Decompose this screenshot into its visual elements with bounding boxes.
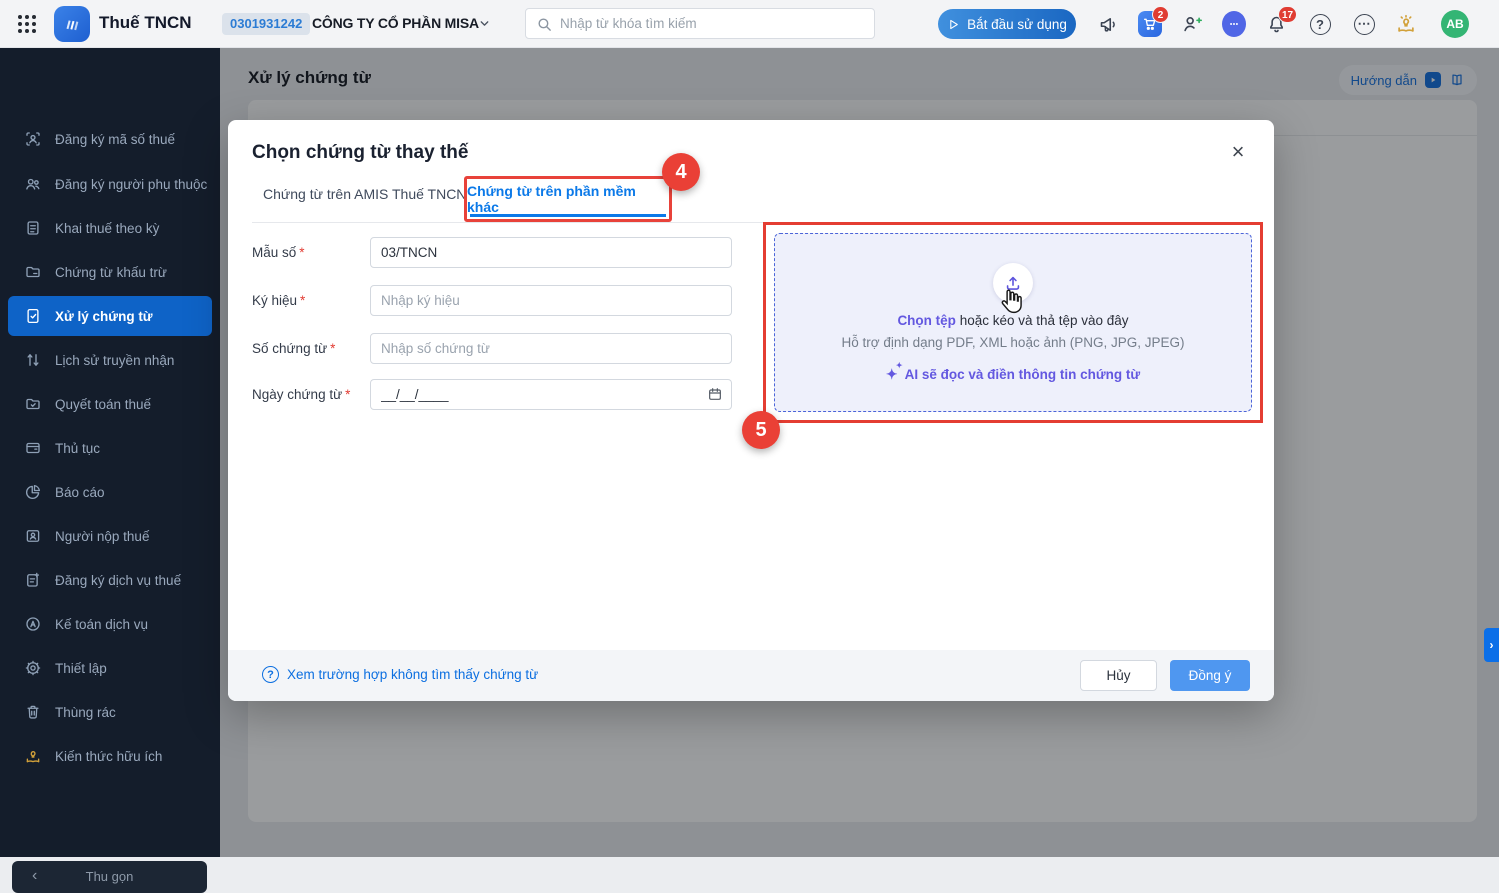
- tax-settlement-icon: [24, 395, 42, 413]
- sidebar-item-khai-thue-theo-ky[interactable]: Khai thuế theo kỳ: [8, 208, 212, 248]
- accounting-service-icon: [24, 615, 42, 633]
- chevron-down-icon[interactable]: [478, 17, 491, 35]
- confirm-button[interactable]: Đồng ý: [1170, 660, 1250, 691]
- invite-user-icon[interactable]: [1180, 12, 1204, 36]
- required-marker: *: [300, 293, 305, 308]
- required-marker: *: [299, 245, 304, 260]
- annotation-box-step5: Chọn tệp hoặc kéo và thả tệp vào đây Hỗ …: [763, 222, 1263, 423]
- useful-knowledge-icon: [24, 747, 42, 765]
- ai-sparkle-icon: ✦✦: [886, 366, 898, 383]
- sidebar-item-thu-tuc[interactable]: Thủ tục: [8, 428, 212, 468]
- sidebar-item-dang-ky-nguoi-phu-thuoc[interactable]: Đăng ký người phụ thuộc: [8, 164, 212, 204]
- document-number-input[interactable]: [370, 333, 732, 364]
- more-icon[interactable]: ⋯: [1352, 12, 1376, 36]
- active-tab-underline: [470, 214, 666, 217]
- supported-formats-text: Hỗ trợ định dạng PDF, XML hoặc ảnh (PNG,…: [842, 335, 1185, 350]
- annotation-step-4: 4: [662, 153, 700, 191]
- sidebar-item-quyet-toan-thue[interactable]: Quyết toán thuế: [8, 384, 212, 424]
- tab-other-software[interactable]: Chứng từ trên phần mềm khác: [467, 183, 669, 215]
- sidebar-item-nguoi-nop-thue[interactable]: Người nộp thuế: [8, 516, 212, 556]
- play-icon: [947, 18, 960, 31]
- field-label: Số chứng từ: [252, 341, 327, 356]
- app-launcher-icon[interactable]: [16, 13, 38, 35]
- taxpayer-card-icon: [24, 527, 42, 545]
- annotation-box-step4: Chứng từ trên phần mềm khác: [464, 176, 672, 222]
- announcement-icon[interactable]: [1096, 12, 1120, 36]
- top-bar: Thuế TNCN 0301931242 CÔNG TY CỔ PHẦN MIS…: [0, 0, 1499, 48]
- field-label: Ký hiệu: [252, 293, 297, 308]
- sidebar-item-kien-thuc-huu-ich[interactable]: Kiến thức hữu ích: [8, 736, 212, 776]
- not-found-help-link[interactable]: ? Xem trường hợp không tìm thấy chứng từ: [262, 666, 538, 683]
- modal-footer: ? Xem trường hợp không tìm thấy chứng từ…: [228, 650, 1274, 701]
- periodic-declaration-icon: [24, 219, 42, 237]
- calendar-icon[interactable]: [707, 386, 723, 407]
- sidebar-collapse-button[interactable]: ‹ Thu gọn: [12, 861, 207, 893]
- sidebar-item-thiet-lap[interactable]: Thiết lập: [8, 648, 212, 688]
- expand-panel-tab[interactable]: ›: [1484, 628, 1499, 662]
- cart-badge: 2: [1152, 6, 1169, 23]
- document-date-input[interactable]: [370, 379, 732, 410]
- trash-icon: [24, 703, 42, 721]
- help-icon[interactable]: ?: [1308, 12, 1332, 36]
- sidebar-item-dang-ky-ma-so-thue[interactable]: Đăng ký mã số thuế: [8, 119, 212, 159]
- annotation-step-5: 5: [742, 411, 780, 449]
- form-number-input[interactable]: [370, 237, 732, 268]
- tax-code-badge: 0301931242: [222, 13, 310, 35]
- field-label: Mẫu số: [252, 245, 296, 260]
- process-docs-icon: [24, 307, 42, 325]
- required-marker: *: [330, 341, 335, 356]
- misa-logo[interactable]: [54, 6, 90, 42]
- store-cart-icon[interactable]: 2: [1138, 12, 1162, 36]
- modal-title: Chọn chứng từ thay thế: [252, 142, 468, 164]
- bell-badge: 17: [1278, 6, 1297, 23]
- field-label: Ngày chứng từ: [252, 387, 342, 402]
- tax-service-register-icon: [24, 571, 42, 589]
- close-icon[interactable]: ×: [1224, 138, 1252, 166]
- product-name: Thuế TNCN: [99, 13, 192, 33]
- choose-replacement-document-modal: Chọn chứng từ thay thế × Chứng từ trên A…: [228, 120, 1274, 701]
- gear-icon: [24, 659, 42, 677]
- notifications-bell-icon[interactable]: 17: [1264, 12, 1288, 36]
- knowledge-icon[interactable]: [1394, 12, 1418, 36]
- sidebar-nav: Đăng ký mã số thuế Đăng ký người phụ thu…: [0, 48, 220, 857]
- user-avatar[interactable]: AB: [1441, 10, 1469, 38]
- reports-pie-icon: [24, 483, 42, 501]
- sidebar-item-bao-cao[interactable]: Báo cáo: [8, 472, 212, 512]
- sidebar-item-dang-ky-dich-vu-thue[interactable]: Đăng ký dịch vụ thuế: [8, 560, 212, 600]
- tax-id-scan-icon: [24, 130, 42, 148]
- sidebar-item-thung-rac[interactable]: Thùng rác: [8, 692, 212, 732]
- drag-drop-text: hoặc kéo và thả tệp vào đây: [956, 313, 1129, 328]
- required-marker: *: [345, 387, 350, 402]
- procedures-icon: [24, 439, 42, 457]
- sidebar-item-xu-ly-chung-tu[interactable]: Xử lý chứng từ: [8, 296, 212, 336]
- help-circle-icon: ?: [262, 666, 279, 683]
- file-dropzone[interactable]: Chọn tệp hoặc kéo và thả tệp vào đây Hỗ …: [774, 233, 1252, 412]
- sidebar-item-chung-tu-khau-tru[interactable]: Chứng từ khấu trừ: [8, 252, 212, 292]
- cancel-button[interactable]: Hủy: [1080, 660, 1157, 691]
- symbol-input[interactable]: [370, 285, 732, 316]
- sidebar-item-ke-toan-dich-vu[interactable]: Kế toán dịch vụ: [8, 604, 212, 644]
- start-using-button[interactable]: Bắt đầu sử dụng: [938, 9, 1076, 39]
- tab-amis-thue-tncn[interactable]: Chứng từ trên AMIS Thuế TNCN: [263, 186, 466, 202]
- choose-file-link[interactable]: Chọn tệp: [897, 313, 956, 328]
- sidebar-item-lich-su-truyen-nhan[interactable]: Lịch sử truyền nhận: [8, 340, 212, 380]
- search-icon: [536, 16, 553, 33]
- chat-icon[interactable]: [1222, 12, 1246, 36]
- global-search: [525, 8, 875, 39]
- transfer-history-icon: [24, 351, 42, 369]
- company-selector[interactable]: CÔNG TY CỔ PHẦN MISA: [312, 15, 479, 31]
- search-input[interactable]: [560, 9, 868, 38]
- ai-note-text: AI sẽ đọc và điền thông tin chứng từ: [905, 367, 1141, 382]
- mouse-cursor-hand: [1000, 288, 1023, 319]
- dependents-icon: [24, 175, 42, 193]
- deduction-docs-icon: [24, 263, 42, 281]
